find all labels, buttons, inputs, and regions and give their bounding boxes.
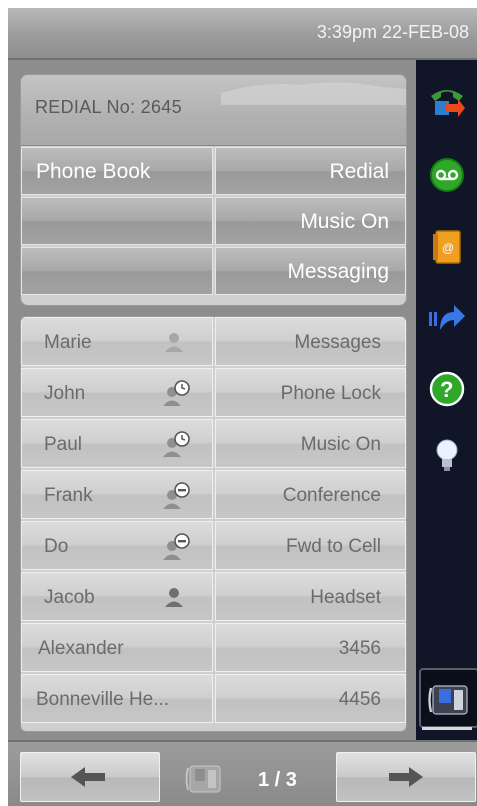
softkey-row: Music On (21, 197, 406, 247)
prev-page-button[interactable] (20, 752, 160, 802)
main-panel: REDIAL No: 2645 Phone Book Redial Music … (8, 60, 416, 740)
dock-indicator (422, 727, 472, 730)
feature-label: Messages (294, 332, 381, 353)
feature-label: Phone Lock (280, 383, 381, 404)
svg-text:@: @ (442, 241, 454, 255)
feature-label: Music On (300, 434, 381, 455)
softkey-label: Music On (300, 210, 389, 233)
messaging-button[interactable]: Messaging (215, 247, 406, 295)
help-icon[interactable]: ? (428, 370, 466, 408)
contact-marie[interactable]: Marie (21, 317, 213, 366)
contact-do[interactable]: Do (21, 521, 213, 570)
desk-phone-icon (428, 685, 468, 715)
presence-available-icon (165, 588, 183, 607)
softkey-label: Phone Book (36, 160, 151, 183)
music-on-button[interactable]: Music On (215, 197, 406, 245)
phone-dock-button[interactable] (419, 668, 477, 728)
fwd-to-cell-button[interactable]: Fwd to Cell (215, 521, 406, 570)
contact-alexander[interactable]: Alexander (21, 623, 213, 672)
status-bar: 3:39pm 22-FEB-08 (8, 8, 477, 60)
phone-screen: 3:39pm 22-FEB-08 REDIAL No: 2645 Phone B… (8, 8, 477, 806)
phone-lock-button[interactable]: Phone Lock (215, 368, 406, 417)
speed-dial-4456[interactable]: 4456 (215, 674, 406, 723)
softkey-row: Messaging (21, 247, 406, 297)
headset-button[interactable]: Headset (215, 572, 406, 621)
presence-busy-icon (163, 533, 190, 560)
feature-label: Conference (282, 485, 381, 506)
softkey-card: REDIAL No: 2645 Phone Book Redial Music … (20, 74, 407, 306)
next-page-button[interactable] (336, 752, 476, 802)
contact-name: Alexander (38, 638, 124, 659)
call-forward-icon[interactable] (428, 82, 466, 120)
sidebar: @ ? (416, 60, 477, 740)
presence-available-icon (165, 333, 183, 352)
arrow-right-icon (389, 767, 423, 787)
svg-text:?: ? (440, 377, 453, 402)
contact-name: Marie (44, 332, 92, 353)
softkey-row: Phone Book Redial (21, 147, 406, 197)
redial-header: REDIAL No: 2645 (21, 75, 406, 146)
redial-button[interactable]: Redial (215, 147, 406, 195)
address-book-icon[interactable]: @ (428, 228, 466, 266)
contact-name: Jacob (44, 587, 95, 608)
messages-button[interactable]: Messages (215, 317, 406, 366)
empty-softkey[interactable] (21, 247, 213, 295)
extension-label: 3456 (338, 638, 381, 659)
redial-number: REDIAL No: 2645 (35, 97, 182, 117)
contact-john[interactable]: John (21, 368, 213, 417)
desk-phone-icon (185, 765, 221, 793)
pagination-bar: 1 / 3 (8, 740, 477, 806)
page-indicator: 1 / 3 (258, 769, 297, 791)
contact-list: Marie Messages John Phone Lock Paul Musi… (20, 316, 407, 732)
contact-name: Paul (44, 434, 83, 455)
extension-label: 4456 (338, 689, 381, 710)
speed-dial-3456[interactable]: 3456 (215, 623, 406, 672)
contact-jacob[interactable]: Jacob (21, 572, 213, 621)
list-item: Frank Conference (21, 470, 406, 520)
contact-name: Do (44, 536, 69, 557)
feature-label: Headset (310, 587, 381, 608)
presence-away-icon (163, 380, 190, 406)
contact-name: Frank (44, 485, 93, 506)
music-on-feature-button[interactable]: Music On (215, 419, 406, 468)
arrow-left-icon (71, 767, 105, 787)
presence-away-icon (163, 431, 190, 457)
feature-label: Fwd to Cell (285, 536, 381, 557)
voicemail-icon[interactable] (428, 156, 466, 194)
contact-name: John (44, 383, 86, 404)
empty-softkey[interactable] (21, 197, 213, 245)
transfer-icon[interactable] (428, 300, 466, 338)
contact-bonneville[interactable]: Bonneville He... (21, 674, 213, 723)
contact-name: Bonneville He... (36, 689, 170, 710)
list-item: John Phone Lock (21, 368, 406, 418)
list-item: Marie Messages (21, 317, 406, 367)
softkey-label: Redial (329, 160, 389, 183)
lightbulb-icon[interactable] (428, 436, 466, 474)
list-item: Alexander 3456 (21, 623, 406, 673)
contact-paul[interactable]: Paul (21, 419, 213, 468)
softkey-label: Messaging (287, 260, 389, 283)
list-item: Jacob Headset (21, 572, 406, 622)
conference-button[interactable]: Conference (215, 470, 406, 519)
list-item: Paul Music On (21, 419, 406, 469)
list-item: Bonneville He... 4456 (21, 674, 406, 724)
presence-busy-icon (163, 482, 190, 509)
phone-book-button[interactable]: Phone Book (21, 147, 213, 195)
clock-date: 3:39pm 22-FEB-08 (316, 22, 469, 42)
list-item: Do Fwd to Cell (21, 521, 406, 571)
contact-frank[interactable]: Frank (21, 470, 213, 519)
